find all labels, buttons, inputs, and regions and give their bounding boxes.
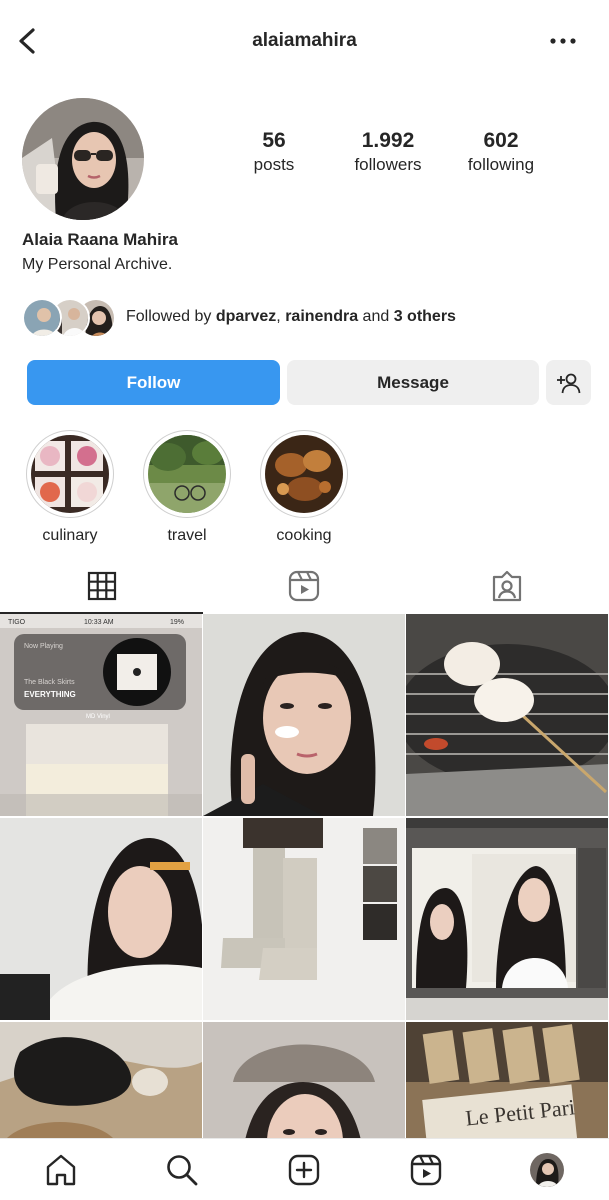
following-stat[interactable]: 602 following	[446, 128, 556, 176]
followed-by-text: Followed by dparvez, rainendra and 3 oth…	[126, 308, 456, 326]
post-thumbnail[interactable]	[0, 818, 202, 1020]
highlight-cooking[interactable]: cooking	[259, 430, 349, 545]
tagged-icon[interactable]	[489, 568, 525, 604]
post-device: MD Vinyl	[86, 714, 110, 720]
highlight-culinary[interactable]: culinary	[25, 430, 115, 545]
followers-count: 1.992	[361, 129, 415, 152]
post-thumbnail[interactable]	[203, 818, 405, 1020]
profile-username: alaiamahira	[252, 30, 357, 51]
post-thumbnail[interactable]	[406, 818, 608, 1020]
followers-stat[interactable]: 1.992 followers	[333, 128, 443, 176]
follower-avatar	[22, 298, 62, 338]
followed-by-prefix: Followed by	[126, 308, 216, 325]
suggested-users-button[interactable]	[546, 360, 591, 405]
post-now-playing: Now Playing	[24, 643, 63, 650]
posts-stat: 56 posts	[219, 128, 329, 176]
highlight-cover	[148, 435, 226, 513]
followed-by-separator: ,	[276, 308, 286, 325]
create-icon[interactable]	[287, 1153, 321, 1187]
home-indicator	[0, 1194, 609, 1200]
post-thumbnail[interactable]: TIGO 10:33 AM 19% Now Playing The Black …	[0, 614, 202, 816]
following-count: 602	[483, 129, 519, 152]
post-status-carrier: TIGO	[8, 619, 26, 626]
profile-avatar[interactable]	[22, 98, 144, 220]
posts-grid: TIGO 10:33 AM 19% Now Playing The Black …	[0, 614, 609, 1200]
followed-by-section[interactable]: Followed by dparvez, rainendra and 3 oth…	[22, 296, 602, 340]
reels-nav-icon[interactable]	[409, 1153, 443, 1187]
followers-label: followers	[354, 155, 422, 174]
bottom-navigation	[0, 1138, 609, 1200]
highlight-ring	[143, 430, 231, 518]
highlight-cover	[265, 435, 343, 513]
profile-nav-avatar[interactable]	[530, 1153, 564, 1187]
post-artist: The Black Skirts	[24, 679, 75, 686]
highlight-travel[interactable]: travel	[142, 430, 232, 545]
mutual-others-link[interactable]: 3 others	[394, 308, 456, 325]
post-song: EVERYTHING	[24, 690, 76, 699]
post-thumbnail[interactable]	[203, 614, 405, 816]
following-label: following	[467, 155, 535, 174]
reels-icon[interactable]	[286, 568, 322, 604]
home-icon[interactable]	[44, 1153, 78, 1187]
posts-count: 56	[262, 129, 286, 152]
profile-tabs	[0, 562, 609, 614]
profile-bio: My Personal Archive.	[22, 256, 173, 273]
highlight-label: culinary	[42, 527, 98, 544]
mutual-user-link[interactable]: dparvez	[216, 308, 276, 325]
message-button[interactable]: Message	[287, 360, 539, 405]
search-icon[interactable]	[165, 1153, 199, 1187]
highlight-label: travel	[167, 527, 207, 544]
profile-full-name: Alaia Raana Mahira	[22, 230, 178, 249]
highlight-ring	[260, 430, 348, 518]
post-status-battery: 19%	[170, 619, 184, 626]
posts-label: posts	[253, 155, 295, 174]
follow-button[interactable]: Follow	[27, 360, 280, 405]
more-options-icon[interactable]	[549, 36, 577, 46]
post-status-time: 10:33 AM	[84, 619, 114, 626]
highlight-label: cooking	[276, 527, 332, 544]
header: alaiamahira	[0, 0, 609, 86]
post-thumbnail[interactable]	[406, 614, 608, 816]
mutual-user-link[interactable]: rainendra	[285, 308, 358, 325]
followed-by-conjunction: and	[358, 308, 394, 325]
grid-icon[interactable]	[84, 568, 120, 604]
highlight-ring	[26, 430, 114, 518]
add-person-icon	[556, 373, 580, 393]
highlight-cover	[31, 435, 109, 513]
